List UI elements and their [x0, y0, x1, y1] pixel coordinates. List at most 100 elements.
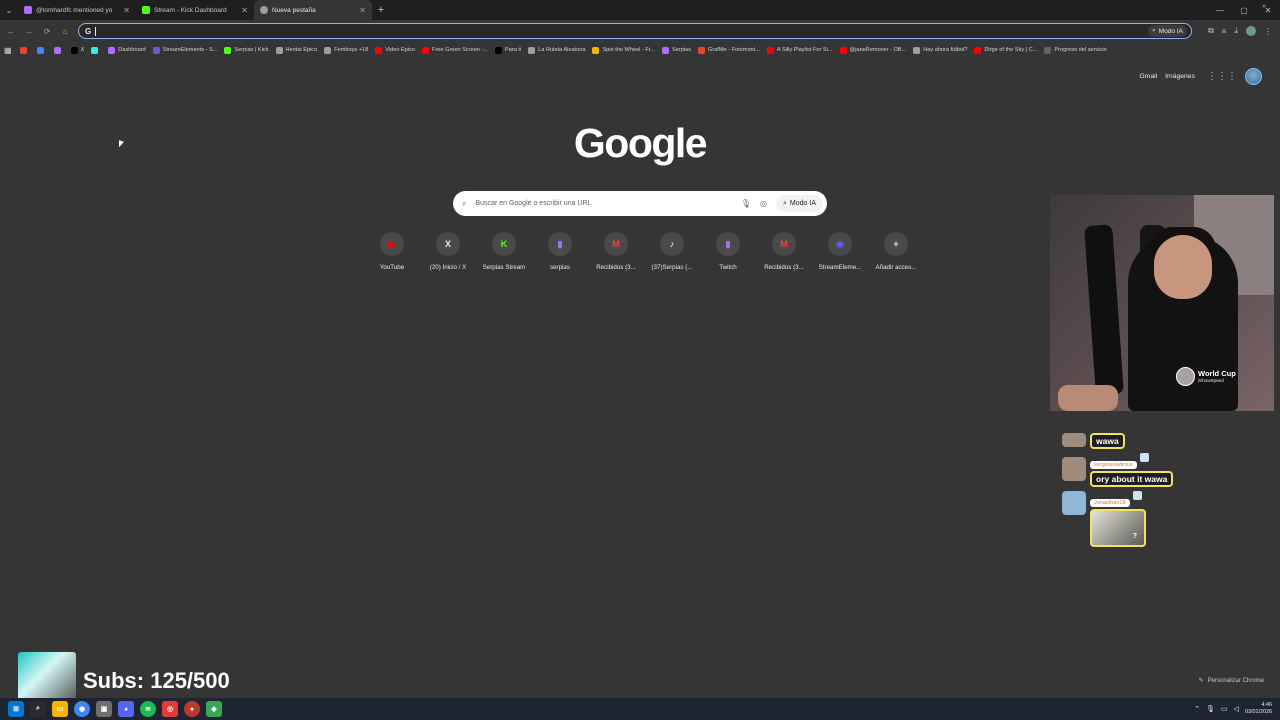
tab-search-icon[interactable]: ⌄	[0, 0, 18, 20]
reload-icon[interactable]: ⟳	[38, 20, 56, 42]
extensions-icon[interactable]: ⧉	[1208, 26, 1214, 36]
bookmark-item[interactable]: Dirge of the Sky | C...	[974, 46, 1037, 54]
bookmark-item[interactable]	[19, 46, 30, 54]
microphone-icon[interactable]: 🎙	[741, 199, 751, 208]
bookmark-item[interactable]	[36, 46, 47, 54]
bookmark-label: Hay ahora fútbol?	[923, 47, 968, 53]
shortcut-tile[interactable]: K Serpias Stream	[476, 232, 532, 271]
downloads-icon[interactable]: ⤓	[1234, 26, 1238, 36]
bookmark-item[interactable]: Femboys +18	[324, 46, 369, 54]
volume-icon[interactable]: ◁	[1234, 705, 1239, 713]
tray-chevron-icon[interactable]: ⌃	[1194, 705, 1200, 713]
windows-start-icon[interactable]: ⊞	[8, 701, 24, 717]
minimize-icon[interactable]: —	[1208, 0, 1232, 20]
bookmark-label: X	[80, 47, 85, 53]
close-window-icon[interactable]: ✕	[1256, 0, 1280, 20]
shortcut-tile[interactable]: ♪ (37)Serpias (...	[644, 232, 700, 271]
forward-icon[interactable]: →	[20, 20, 38, 42]
bookmark-item[interactable]: StreamElements - S...	[152, 46, 217, 54]
bookmark-label: @janeRemover - OB...	[849, 47, 907, 53]
pencil-icon: ✎	[1198, 678, 1204, 684]
bookmark-item[interactable]: Video Epico	[375, 46, 415, 54]
bookmark-item[interactable]	[91, 46, 101, 54]
menu-icon[interactable]: ⋮	[1264, 27, 1272, 36]
tab-kick-dashboard[interactable]: Stream - Kick Dashboard ✕	[136, 0, 254, 20]
taskbar-icons: ⊞ ⌕ ▭ ◉ ▣ ◕ ≋ ◎ ● ◆	[8, 701, 222, 717]
customize-chrome-button[interactable]: ✎ Personalizar Chrome	[1199, 673, 1264, 688]
webcam-skateboard	[1084, 224, 1124, 396]
bookmark-item[interactable]: GrafMe - Fotomont...	[697, 46, 760, 54]
network-icon[interactable]: ▭	[1221, 705, 1228, 713]
shortcut-tile[interactable]: M Recibidos (3...	[588, 232, 644, 271]
bookmark-label: Femboys +18	[334, 47, 369, 53]
gmail-link[interactable]: Gmail	[1139, 73, 1157, 80]
shortcut-tile[interactable]: ▶ YouTube	[364, 232, 420, 271]
bookmark-favicon-icon	[152, 46, 160, 54]
google-account-avatar[interactable]	[1245, 68, 1262, 85]
maximize-icon[interactable]: ▢	[1232, 0, 1256, 20]
chat-message: Jonasthan18 ?	[1062, 491, 1202, 547]
app-icon[interactable]: ▣	[96, 701, 112, 717]
modo-ia-search-button[interactable]: ⌕ Modo IA	[776, 195, 823, 212]
bookmark-item[interactable]: Hentai Epico	[275, 46, 317, 54]
clock[interactable]: 4:46 03/01/2026	[1245, 702, 1272, 716]
discord-icon[interactable]: ◕	[118, 701, 134, 717]
spotify-icon[interactable]: ≋	[140, 701, 156, 717]
bookmark-label: La Ruleta Aleatoria	[538, 47, 586, 53]
bookmark-item[interactable]: Free Green Screen -...	[422, 46, 488, 54]
bookmark-favicon-icon	[36, 46, 44, 54]
shortcut-tile[interactable]: + Añadir acces...	[868, 232, 924, 271]
shortcut-tile[interactable]: ▮ Twitch	[700, 232, 756, 271]
bookmark-item[interactable]: Spin the Wheel - Fr...	[592, 46, 655, 54]
profile-avatar[interactable]	[1246, 26, 1256, 36]
minecraft-icon[interactable]: ◆	[206, 701, 222, 717]
close-tab-icon[interactable]: ✕	[241, 6, 248, 15]
shortcut-icon: ◉	[828, 232, 852, 256]
tab-new-tab[interactable]: Nueva pestaña ✕	[254, 0, 372, 20]
back-icon[interactable]: ←	[2, 20, 20, 42]
more-bookmarks-icon[interactable]: »	[1262, 3, 1266, 10]
bookmark-item[interactable]: X	[70, 46, 85, 54]
bookmarks-bar: ▦ X Dashboard StreamElements - S... Serpias…	[0, 42, 1280, 58]
bookmark-item[interactable]: Progreso del servicio	[1044, 46, 1107, 54]
file-explorer-icon[interactable]: ▭	[52, 701, 68, 717]
bookmark-item[interactable]: La Ruleta Aleatoria	[528, 46, 586, 54]
app-icon[interactable]: ◎	[162, 701, 178, 717]
google-search-box[interactable]: ⌕ Buscar en Google o escribir una URL 🎙 …	[453, 191, 827, 216]
chat-avatar	[1062, 433, 1086, 447]
modo-ia-button[interactable]: ⌕ Modo IA	[1148, 25, 1187, 37]
shortcut-tile[interactable]: X (20) Inicio / X	[420, 232, 476, 271]
google-lens-icon[interactable]: ◎	[760, 199, 767, 208]
media-icon[interactable]: ≡	[1222, 27, 1227, 36]
bookmark-item[interactable]	[53, 46, 64, 54]
search-icon: ⌕	[462, 198, 467, 208]
google-apps-icon[interactable]: ⋮⋮⋮	[1207, 71, 1237, 82]
microphone-icon[interactable]: 🎙	[1206, 705, 1215, 713]
tab-twitch-mention[interactable]: @tomhardfc mentioned yo ✕	[18, 0, 136, 20]
chat-avatar	[1062, 491, 1086, 515]
bookmark-item[interactable]: Para ti	[495, 46, 521, 54]
home-icon[interactable]: ⌂	[56, 20, 74, 42]
bookmark-item[interactable]: A Silly Playlist For Si...	[766, 46, 833, 54]
shortcut-tile[interactable]: M Recibidos (3...	[756, 232, 812, 271]
obs-icon[interactable]: ●	[184, 701, 200, 717]
apps-grid-icon[interactable]: ▦	[4, 46, 12, 55]
images-link[interactable]: Imágenes	[1165, 73, 1195, 80]
chrome-icon[interactable]: ◉	[74, 701, 90, 717]
bookmark-item[interactable]: Dashboard	[108, 46, 146, 54]
bookmark-item[interactable]: Serpias	[662, 46, 691, 54]
new-tab-icon[interactable]: +	[372, 4, 390, 16]
search-icon[interactable]: ⌕	[30, 701, 46, 717]
address-bar[interactable]: G ⌕ Modo IA	[78, 23, 1192, 39]
webcam-streamer-head	[1154, 235, 1212, 299]
bookmark-item[interactable]: Serpias | Kick	[224, 46, 269, 54]
close-tab-icon[interactable]: ✕	[123, 6, 130, 15]
shortcut-tile[interactable]: ▮ serpias	[532, 232, 588, 271]
shortcut-label: serpias	[550, 264, 570, 271]
shortcut-tile[interactable]: ◉ StreamEleme...	[812, 232, 868, 271]
tab-label: Nueva pestaña	[272, 6, 316, 14]
bookmark-item[interactable]: Hay ahora fútbol?	[913, 46, 968, 54]
bookmark-item[interactable]: @janeRemover - OB...	[839, 46, 907, 54]
close-tab-icon[interactable]: ✕	[359, 6, 366, 15]
bookmark-favicon-icon	[422, 46, 430, 54]
